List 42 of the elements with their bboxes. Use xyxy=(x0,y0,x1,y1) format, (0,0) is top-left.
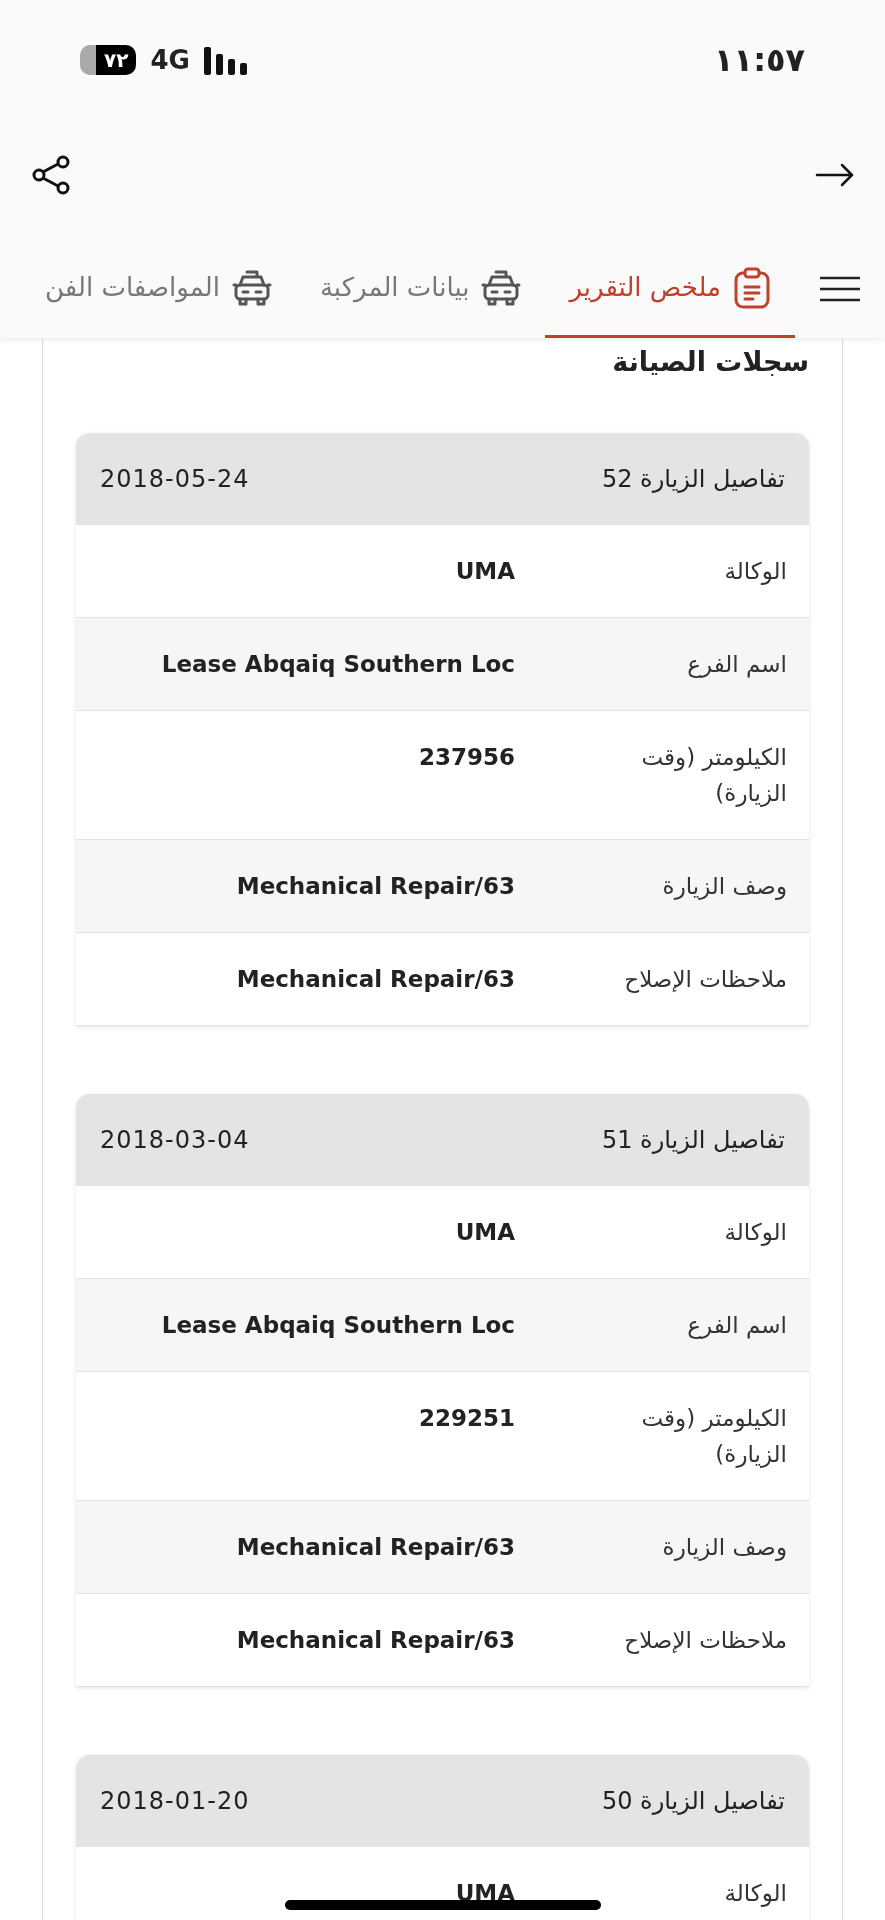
share-icon xyxy=(30,154,72,196)
detail-label: الوكالة xyxy=(723,1878,788,1909)
detail-label: اسم الفرع xyxy=(686,1310,788,1341)
visit-date: 2018-01-20 xyxy=(100,1785,250,1817)
detail-label: الكيلومتر (وقت الزيارة) xyxy=(640,1403,788,1470)
tab[interactable]: ملخص التقرير xyxy=(545,240,795,338)
detail-value: UMA xyxy=(455,1878,515,1908)
network-label: 4G xyxy=(150,43,190,77)
detail-value: UMA xyxy=(455,1217,515,1247)
detail-label: الوكالة xyxy=(723,556,788,587)
detail-value: Mechanical Repair/63 xyxy=(236,1625,515,1655)
detail-value: Mechanical Repair/63 xyxy=(236,1532,515,1562)
detail-label: وصف الزيارة xyxy=(661,1532,788,1563)
signal-icon xyxy=(203,45,250,75)
visit-title: تفاصيل الزيارة 51 xyxy=(601,1124,785,1156)
detail-label: ملاحظات الإصلاح xyxy=(623,1625,788,1656)
detail-label: اسم الفرع xyxy=(686,649,788,680)
menu-icon xyxy=(820,276,860,302)
tab[interactable]: بيانات المركبة xyxy=(295,240,546,338)
tab[interactable]: المواصفات الفن xyxy=(21,240,296,338)
detail-value: Mechanical Repair/63 xyxy=(236,871,515,901)
visit-title: تفاصيل الزيارة 50 xyxy=(601,1785,785,1817)
detail-value: UMA xyxy=(455,556,515,586)
battery-indicator: ٧٢ xyxy=(80,45,137,75)
car-icon xyxy=(231,268,272,307)
detail-label: الوكالة xyxy=(723,1217,788,1248)
arrow-right-icon xyxy=(815,163,855,187)
detail-value: Lease Abqaiq Southern Loc xyxy=(161,1310,515,1340)
detail-value: 229251 xyxy=(418,1403,515,1433)
status-time: ١١:٥٧ xyxy=(714,40,805,81)
detail-label: ملاحظات الإصلاح xyxy=(623,964,788,995)
clipboard-icon xyxy=(733,266,771,309)
detail-value: Mechanical Repair/63 xyxy=(236,964,515,994)
detail-label: وصف الزيارة xyxy=(661,871,788,902)
visit-date: 2018-05-24 xyxy=(100,463,250,495)
detail-value: 237956 xyxy=(418,742,515,772)
detail-label: الكيلومتر (وقت الزيارة) xyxy=(640,742,788,809)
car-icon xyxy=(481,268,522,307)
detail-value: Lease Abqaiq Southern Loc xyxy=(161,649,515,679)
visit-date: 2018-03-04 xyxy=(100,1124,250,1156)
visit-title: تفاصيل الزيارة 52 xyxy=(601,463,785,495)
section-title: سجلات الصيانة xyxy=(611,345,809,379)
